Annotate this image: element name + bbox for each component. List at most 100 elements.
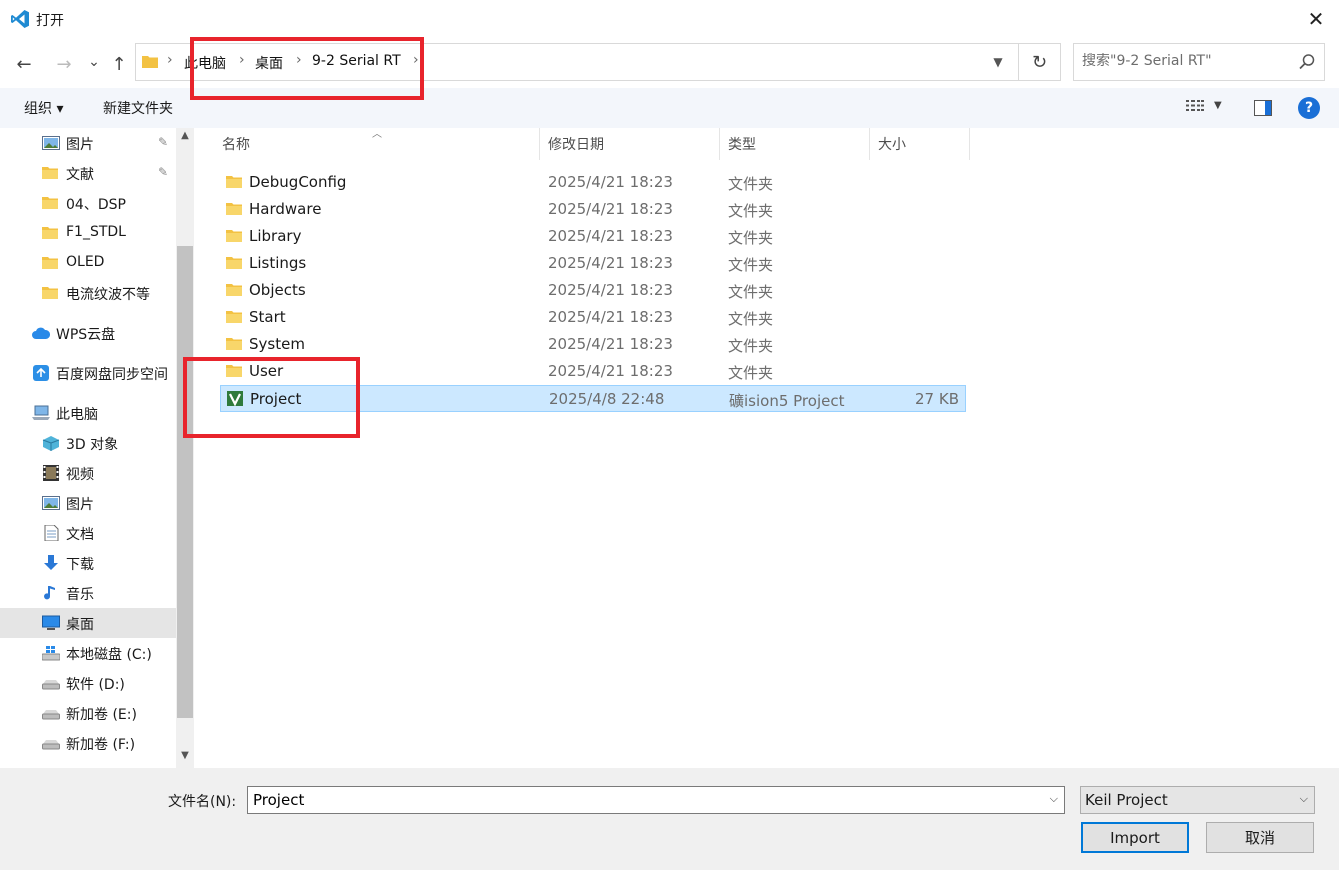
organize-menu[interactable]: 组织 ▾ xyxy=(24,98,63,118)
drive-icon xyxy=(42,710,60,720)
address-bar[interactable]: › 此电脑 › 桌面 › 9-2 Serial RT › ▼ xyxy=(135,43,1019,81)
sidebar-item-label: 本地磁盘 (C:) xyxy=(66,647,152,663)
sidebar-item[interactable]: 视频 xyxy=(0,458,176,488)
import-button[interactable]: Import xyxy=(1081,822,1189,853)
sidebar-item-label: F1_STDL xyxy=(66,224,126,240)
sidebar-item[interactable]: 04、DSP xyxy=(0,188,176,218)
sidebar-item[interactable]: 图片 xyxy=(0,488,176,518)
sidebar-item-label: 04、DSP xyxy=(66,197,126,213)
preview-pane-icon[interactable] xyxy=(1254,100,1272,116)
folder-icon xyxy=(142,56,158,68)
3d-objects-icon xyxy=(42,436,60,451)
file-name: Hardware xyxy=(249,200,322,218)
sidebar-item-label: 音乐 xyxy=(66,587,94,603)
filetype-value: Keil Project xyxy=(1085,791,1168,809)
forward-button[interactable]: → xyxy=(52,52,76,76)
breadcrumb-separator: › xyxy=(239,52,245,68)
sort-ascending-icon: ︿ xyxy=(372,129,382,140)
file-row[interactable]: Start 2025/4/21 18:23 文件夹 xyxy=(220,304,966,331)
music-icon xyxy=(44,586,55,600)
chevron-down-icon[interactable]: ⌵ xyxy=(1050,792,1058,806)
back-button[interactable]: ← xyxy=(12,52,36,76)
scroll-up-arrow-icon[interactable]: ▲ xyxy=(176,130,194,146)
sidebar-item[interactable]: 百度网盘同步空间 xyxy=(0,358,176,388)
sidebar-item[interactable]: 图片 ✎ xyxy=(0,128,176,158)
sidebar-item[interactable]: 新加卷 (E:) xyxy=(0,698,176,728)
folder-icon xyxy=(226,338,242,350)
file-row[interactable]: DebugConfig 2025/4/21 18:23 文件夹 xyxy=(220,169,966,196)
sidebar-item[interactable]: 音乐 xyxy=(0,578,176,608)
sidebar-item[interactable]: F1_STDL xyxy=(0,218,176,248)
sidebar-item[interactable]: 本地磁盘 (C:) xyxy=(0,638,176,668)
sidebar-scrollbar[interactable]: ▲ ▼ xyxy=(176,128,194,768)
view-options-icon[interactable] xyxy=(1186,99,1204,115)
file-row[interactable]: Listings 2025/4/21 18:23 文件夹 xyxy=(220,250,966,277)
view-dropdown-button[interactable]: ▼ xyxy=(1214,100,1222,111)
sidebar-item-label: 新加卷 (F:) xyxy=(66,737,136,753)
sidebar-item-label: 3D 对象 xyxy=(66,437,119,453)
sidebar-item[interactable]: 电流纹波不等 xyxy=(0,278,176,308)
breadcrumb-desktop[interactable]: 桌面 xyxy=(255,53,283,73)
sidebar-item[interactable]: 此电脑 xyxy=(0,398,176,428)
recent-locations-button[interactable]: ⌄ xyxy=(82,50,106,74)
sidebar-item-label: 百度网盘同步空间 xyxy=(56,367,168,383)
filetype-select[interactable]: Keil Project ⌵ xyxy=(1080,786,1315,814)
folder-icon xyxy=(226,203,242,215)
sidebar-item[interactable]: 文档 xyxy=(0,518,176,548)
file-row[interactable]: System 2025/4/21 18:23 文件夹 xyxy=(220,331,966,358)
sidebar-item[interactable]: 下载 xyxy=(0,548,176,578)
sidebar-item[interactable]: 软件 (D:) xyxy=(0,668,176,698)
breadcrumb-current-folder[interactable]: 9-2 Serial RT xyxy=(312,53,401,69)
scroll-down-arrow-icon[interactable]: ▼ xyxy=(176,750,194,766)
sidebar-item[interactable]: 3D 对象 xyxy=(0,428,176,458)
file-type: 文件夹 xyxy=(728,229,774,247)
chevron-down-icon[interactable]: ▼ xyxy=(988,52,1008,72)
scrollbar-thumb[interactable] xyxy=(177,246,193,718)
filename-combobox[interactable]: ⌵ xyxy=(247,786,1065,814)
search-input[interactable] xyxy=(1082,53,1282,69)
column-header-size[interactable]: 大小 xyxy=(870,128,970,160)
sidebar-item-label: 图片 xyxy=(66,497,94,513)
refresh-button[interactable]: ↻ xyxy=(1019,43,1061,81)
sidebar-item-label: 图片 xyxy=(66,137,94,153)
folder-icon xyxy=(226,230,242,242)
file-size: 27 KB xyxy=(915,390,959,408)
column-header-type[interactable]: 类型 xyxy=(720,128,870,160)
breadcrumb-this-pc[interactable]: 此电脑 xyxy=(184,53,226,73)
sidebar-item[interactable]: WPS云盘 xyxy=(0,318,176,348)
file-row[interactable]: User 2025/4/21 18:23 文件夹 xyxy=(220,358,966,385)
sidebar-item[interactable]: OLED xyxy=(0,248,176,278)
file-row[interactable]: Objects 2025/4/21 18:23 文件夹 xyxy=(220,277,966,304)
file-date: 2025/4/21 18:23 xyxy=(548,200,673,218)
cloud-icon xyxy=(32,327,50,339)
title-bar: 打开 ✕ xyxy=(0,0,1339,38)
file-row[interactable]: Project 2025/4/8 22:48 礦ision5 Project 27 K… xyxy=(220,385,966,412)
file-type: 文件夹 xyxy=(728,364,774,382)
search-box[interactable] xyxy=(1073,43,1325,81)
new-folder-button[interactable]: 新建文件夹 xyxy=(103,98,173,118)
pin-icon: ✎ xyxy=(158,165,169,179)
sidebar-item[interactable]: 桌面 xyxy=(0,608,176,638)
file-name: Objects xyxy=(249,281,306,299)
sidebar-item-label: 文献 xyxy=(66,167,94,183)
pictures-icon xyxy=(42,496,60,510)
breadcrumb-separator: › xyxy=(296,52,302,68)
close-button[interactable]: ✕ xyxy=(1296,4,1336,34)
sidebar-item[interactable]: 新加卷 (F:) xyxy=(0,728,176,758)
file-row[interactable]: Library 2025/4/21 18:23 文件夹 xyxy=(220,223,966,250)
file-row[interactable]: Hardware 2025/4/21 18:23 文件夹 xyxy=(220,196,966,223)
folder-icon xyxy=(42,197,58,209)
cancel-button[interactable]: 取消 xyxy=(1206,822,1314,853)
help-icon[interactable]: ? xyxy=(1298,97,1320,119)
computer-icon xyxy=(32,405,50,420)
chevron-down-icon[interactable]: ⌵ xyxy=(1300,792,1308,806)
drive-icon xyxy=(42,680,60,690)
downloads-icon xyxy=(44,555,58,570)
column-header-date[interactable]: 修改日期 xyxy=(540,128,720,160)
keil-uvision-icon xyxy=(227,391,243,406)
folder-icon xyxy=(42,287,58,299)
command-bar: 组织 ▾ 新建文件夹 xyxy=(0,88,1339,128)
sidebar-item[interactable]: 文献 ✎ xyxy=(0,158,176,188)
up-button[interactable]: ↑ xyxy=(107,52,131,76)
filename-input[interactable] xyxy=(253,791,1033,809)
